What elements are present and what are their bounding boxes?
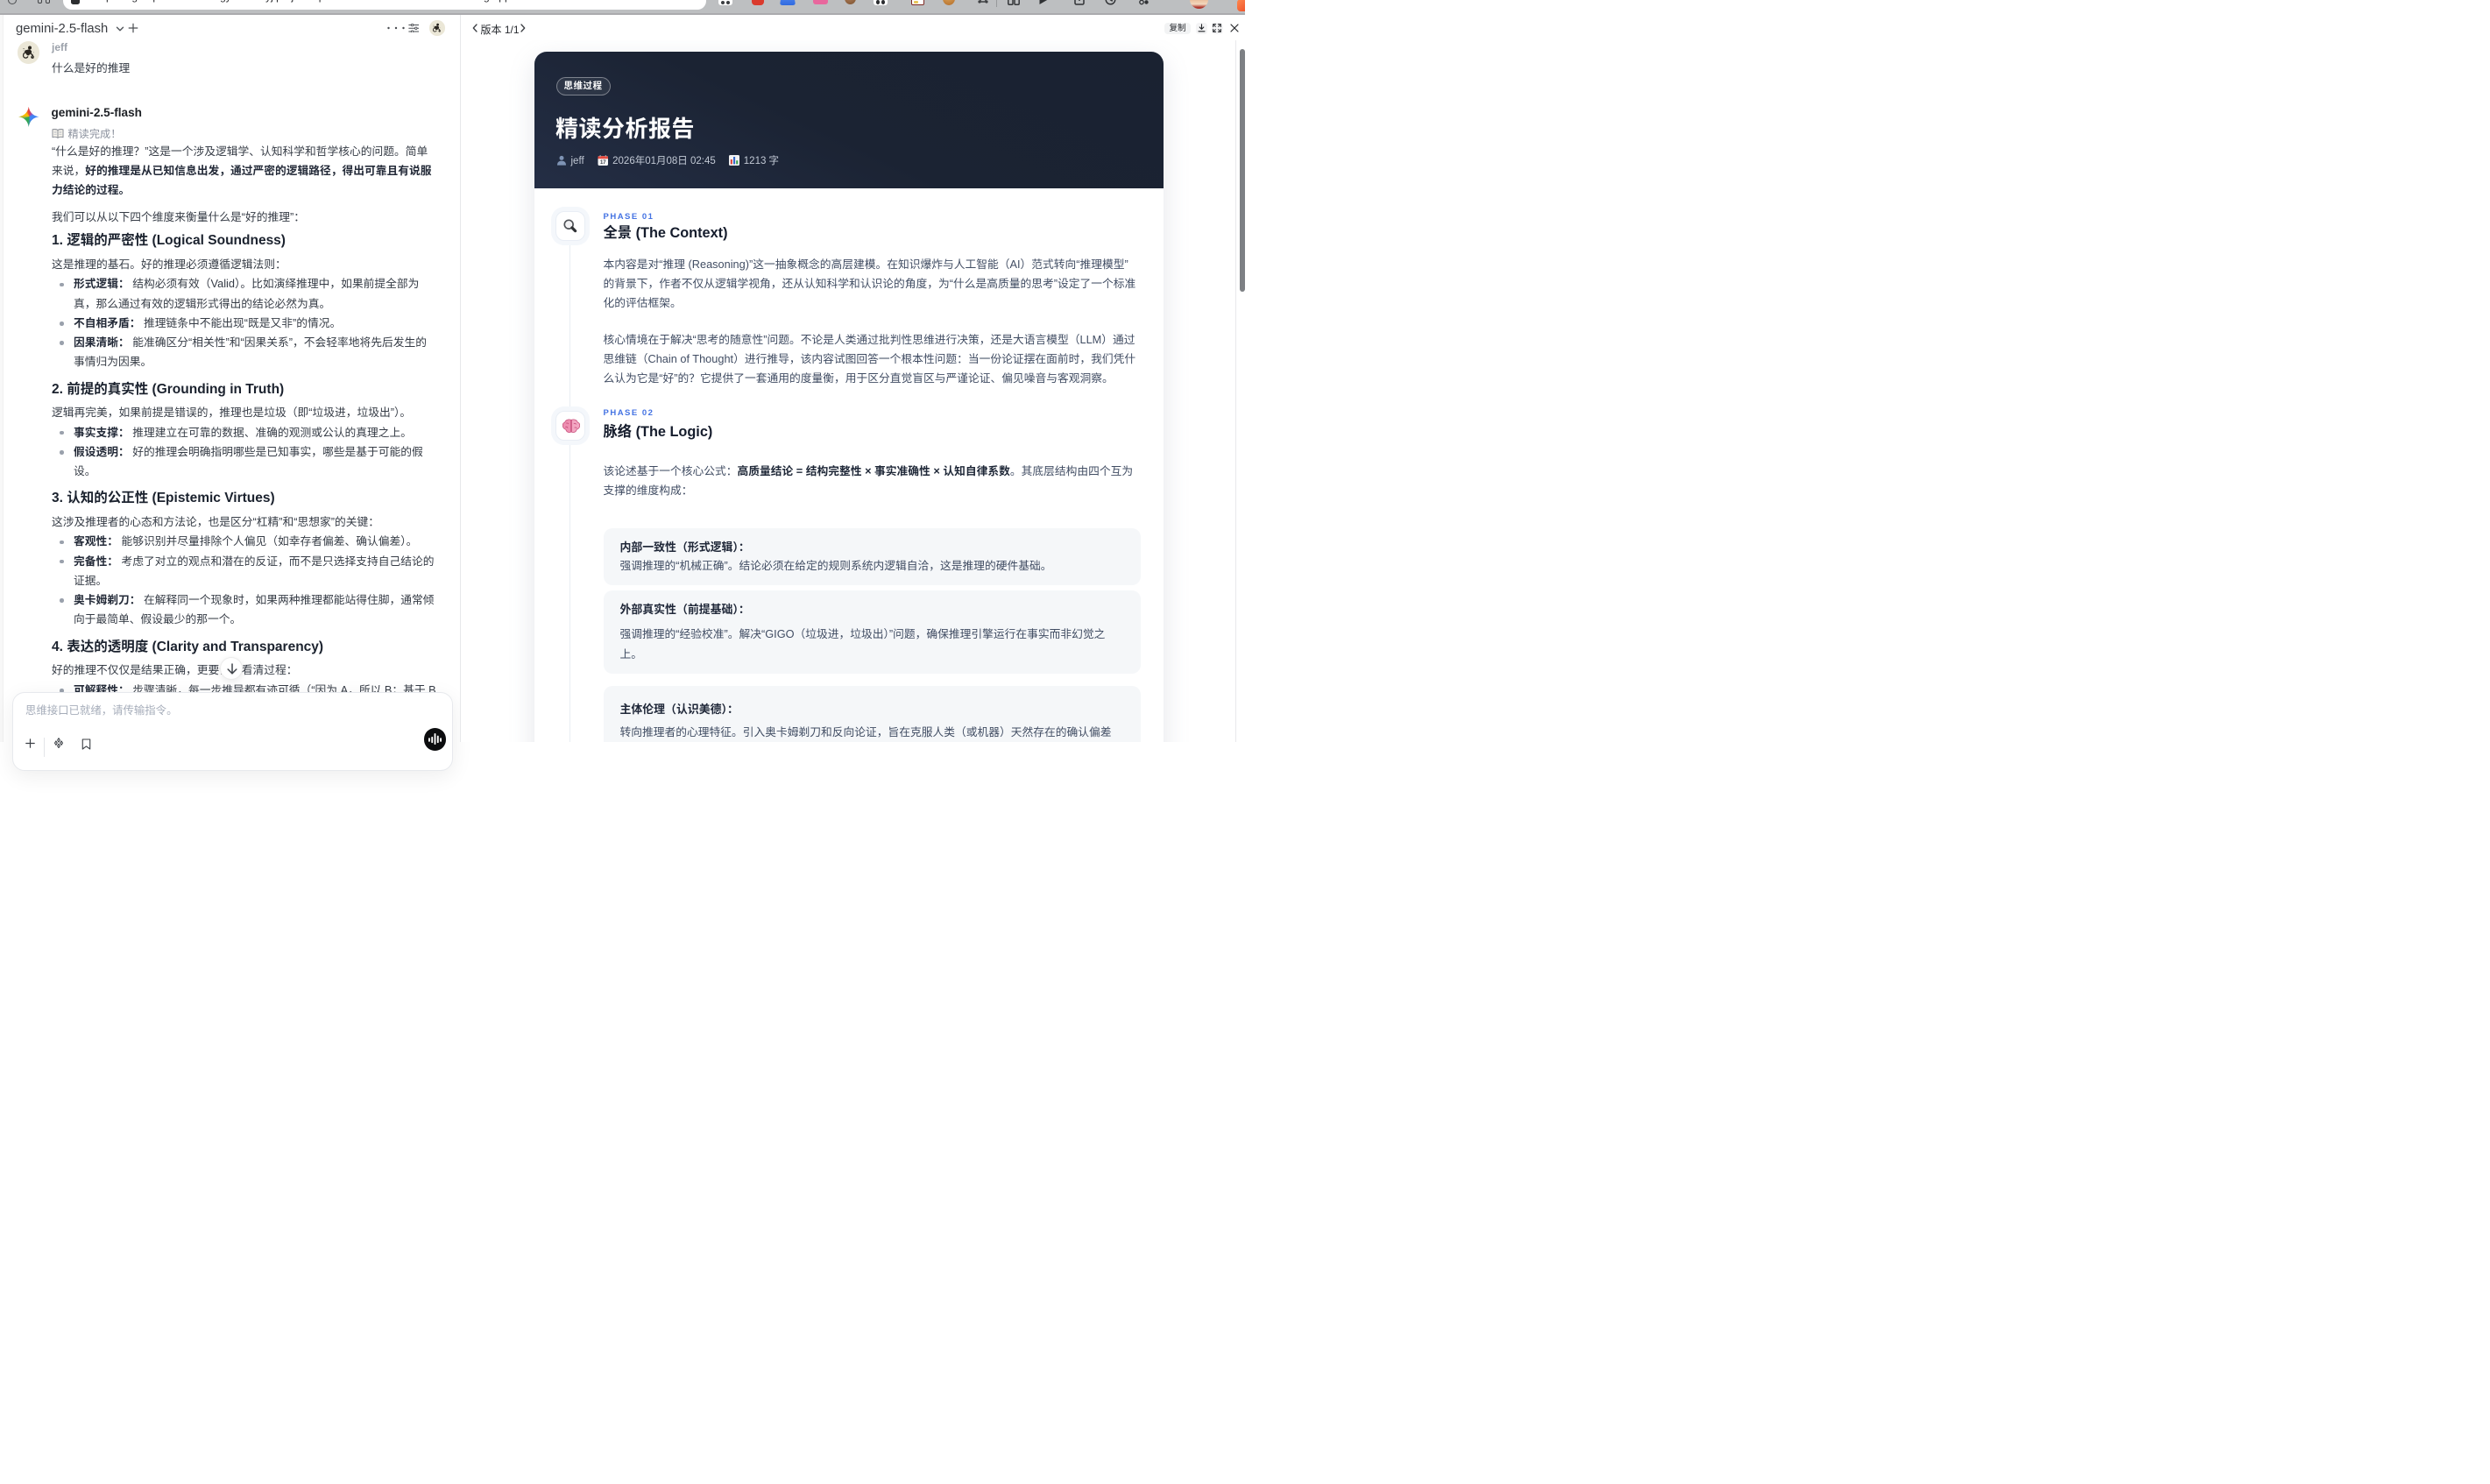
svg-text:17: 17 bbox=[600, 160, 606, 166]
